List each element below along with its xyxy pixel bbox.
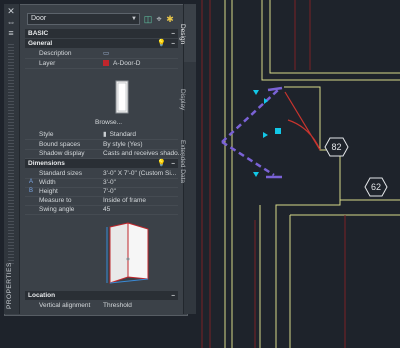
tab-extended-data[interactable]: Extended Data (179, 128, 196, 206)
height-value[interactable]: 7'-0" (103, 187, 116, 196)
bound-spaces-value[interactable]: By style (Yes) (103, 140, 143, 149)
width-label: Width (39, 179, 56, 186)
collapse-icon: – (171, 160, 175, 167)
section-dimensions[interactable]: Dimensions 💡 – (25, 159, 178, 168)
tab-display-label: Display (179, 89, 186, 111)
measure-to-value[interactable]: Inside of frame (103, 196, 146, 205)
tab-design-label: Design (179, 24, 186, 45)
standard-sizes-value[interactable]: 3'-0" X 7'-0" (Custom Si... (103, 169, 176, 178)
lightbulb-icon[interactable]: 💡 (157, 159, 166, 168)
door-object[interactable] (221, 86, 283, 179)
tab-design[interactable]: Design (179, 4, 196, 62)
row-layer[interactable]: Layer A-Door-D (25, 59, 178, 69)
section-general[interactable]: General 💡 – (25, 39, 178, 48)
wall-lines (224, 0, 400, 348)
width-marker: A (29, 179, 34, 185)
width-value[interactable]: 3'-0" (103, 178, 116, 187)
layer-value[interactable]: A-Door-D (103, 59, 140, 68)
shadow-display-value[interactable]: Casts and receives shado... (103, 149, 183, 158)
measure-to-label: Measure to (39, 197, 72, 204)
section-location-title: Location (28, 292, 56, 299)
section-basic-title: BASIC (28, 30, 49, 37)
vertical-alignment-label: Vertical alignment (39, 302, 91, 309)
description-label: Description (39, 50, 72, 57)
palette-menu-icon[interactable]: ≡ (6, 29, 16, 38)
row-vertical-alignment[interactable]: Vertical alignment Threshold (25, 301, 178, 310)
section-location[interactable]: Location – (25, 291, 178, 300)
style-toolbar: Door ▼ ◫ ⌖ ✱ (27, 13, 174, 25)
collapse-icon: – (171, 292, 175, 299)
height-marker: B (29, 188, 34, 194)
object-type-select[interactable]: Door ▼ (27, 13, 140, 25)
quick-select-icon[interactable]: ◫ (143, 14, 153, 24)
section-basic[interactable]: BASIC – (25, 29, 178, 38)
swing-angle-label: Swing angle (39, 206, 75, 213)
select-objects-icon[interactable]: ⌖ (154, 14, 164, 24)
pickadd-icon[interactable]: ✱ (165, 14, 175, 24)
door-style-icon: ▮ (103, 131, 107, 138)
palette-tabs: Design Display Extended Data (179, 4, 196, 314)
section-dimensions-title: Dimensions (28, 160, 65, 167)
standard-sizes-label: Standard sizes (39, 170, 82, 177)
palette-title: PROPERTIES (6, 262, 13, 309)
chevron-down-icon: ▼ (131, 16, 137, 22)
description-icon[interactable]: ▭ (103, 49, 109, 58)
style-value[interactable]: ▮ Standard (103, 130, 136, 139)
tab-extended-data-label: Extended Data (179, 140, 186, 184)
browse-row: Browse... (25, 118, 178, 127)
lightbulb-icon[interactable]: 💡 (157, 39, 166, 48)
shadow-display-label: Shadow display (39, 150, 85, 157)
room-tag-82-label: 82 (331, 142, 341, 152)
style-value-text: Standard (109, 131, 136, 138)
door-dimension-illustration (106, 222, 149, 284)
palette-grip[interactable] (8, 44, 14, 264)
door-style-preview (115, 80, 129, 114)
layer-label: Layer (39, 60, 56, 67)
object-type-value: Door (31, 15, 47, 22)
row-description[interactable]: Description ▭ (25, 49, 178, 59)
palette-title-strip: ✕ ⇔ ≡ PROPERTIES (4, 4, 20, 314)
collapse-icon: – (171, 40, 175, 47)
row-style[interactable]: Style ▮ Standard (25, 130, 178, 140)
bound-spaces-label: Bound spaces (39, 141, 81, 148)
row-swing-angle[interactable]: Swing angle 45 (25, 205, 178, 215)
room-tag-62-label: 62 (371, 182, 381, 192)
browse-link[interactable]: Browse... (95, 118, 122, 127)
collapse-icon: – (171, 30, 175, 37)
auto-hide-icon[interactable]: ⇔ (6, 18, 16, 27)
tab-display[interactable]: Display (179, 64, 196, 126)
row-shadow-display[interactable]: Shadow display Casts and receives shado.… (25, 149, 183, 159)
palette-content: Door ▼ ◫ ⌖ ✱ BASIC – General 💡 – Descrip… (20, 4, 187, 314)
section-general-title: General (28, 40, 53, 47)
layer-color-swatch (103, 60, 109, 67)
height-label: Height (39, 188, 58, 195)
swing-angle-value[interactable]: 45 (103, 205, 110, 214)
door-swing-arc (284, 91, 321, 151)
style-label: Style (39, 131, 54, 138)
layer-value-text: A-Door-D (113, 60, 141, 67)
close-icon[interactable]: ✕ (6, 7, 16, 16)
vertical-alignment-value[interactable]: Threshold (103, 301, 132, 310)
